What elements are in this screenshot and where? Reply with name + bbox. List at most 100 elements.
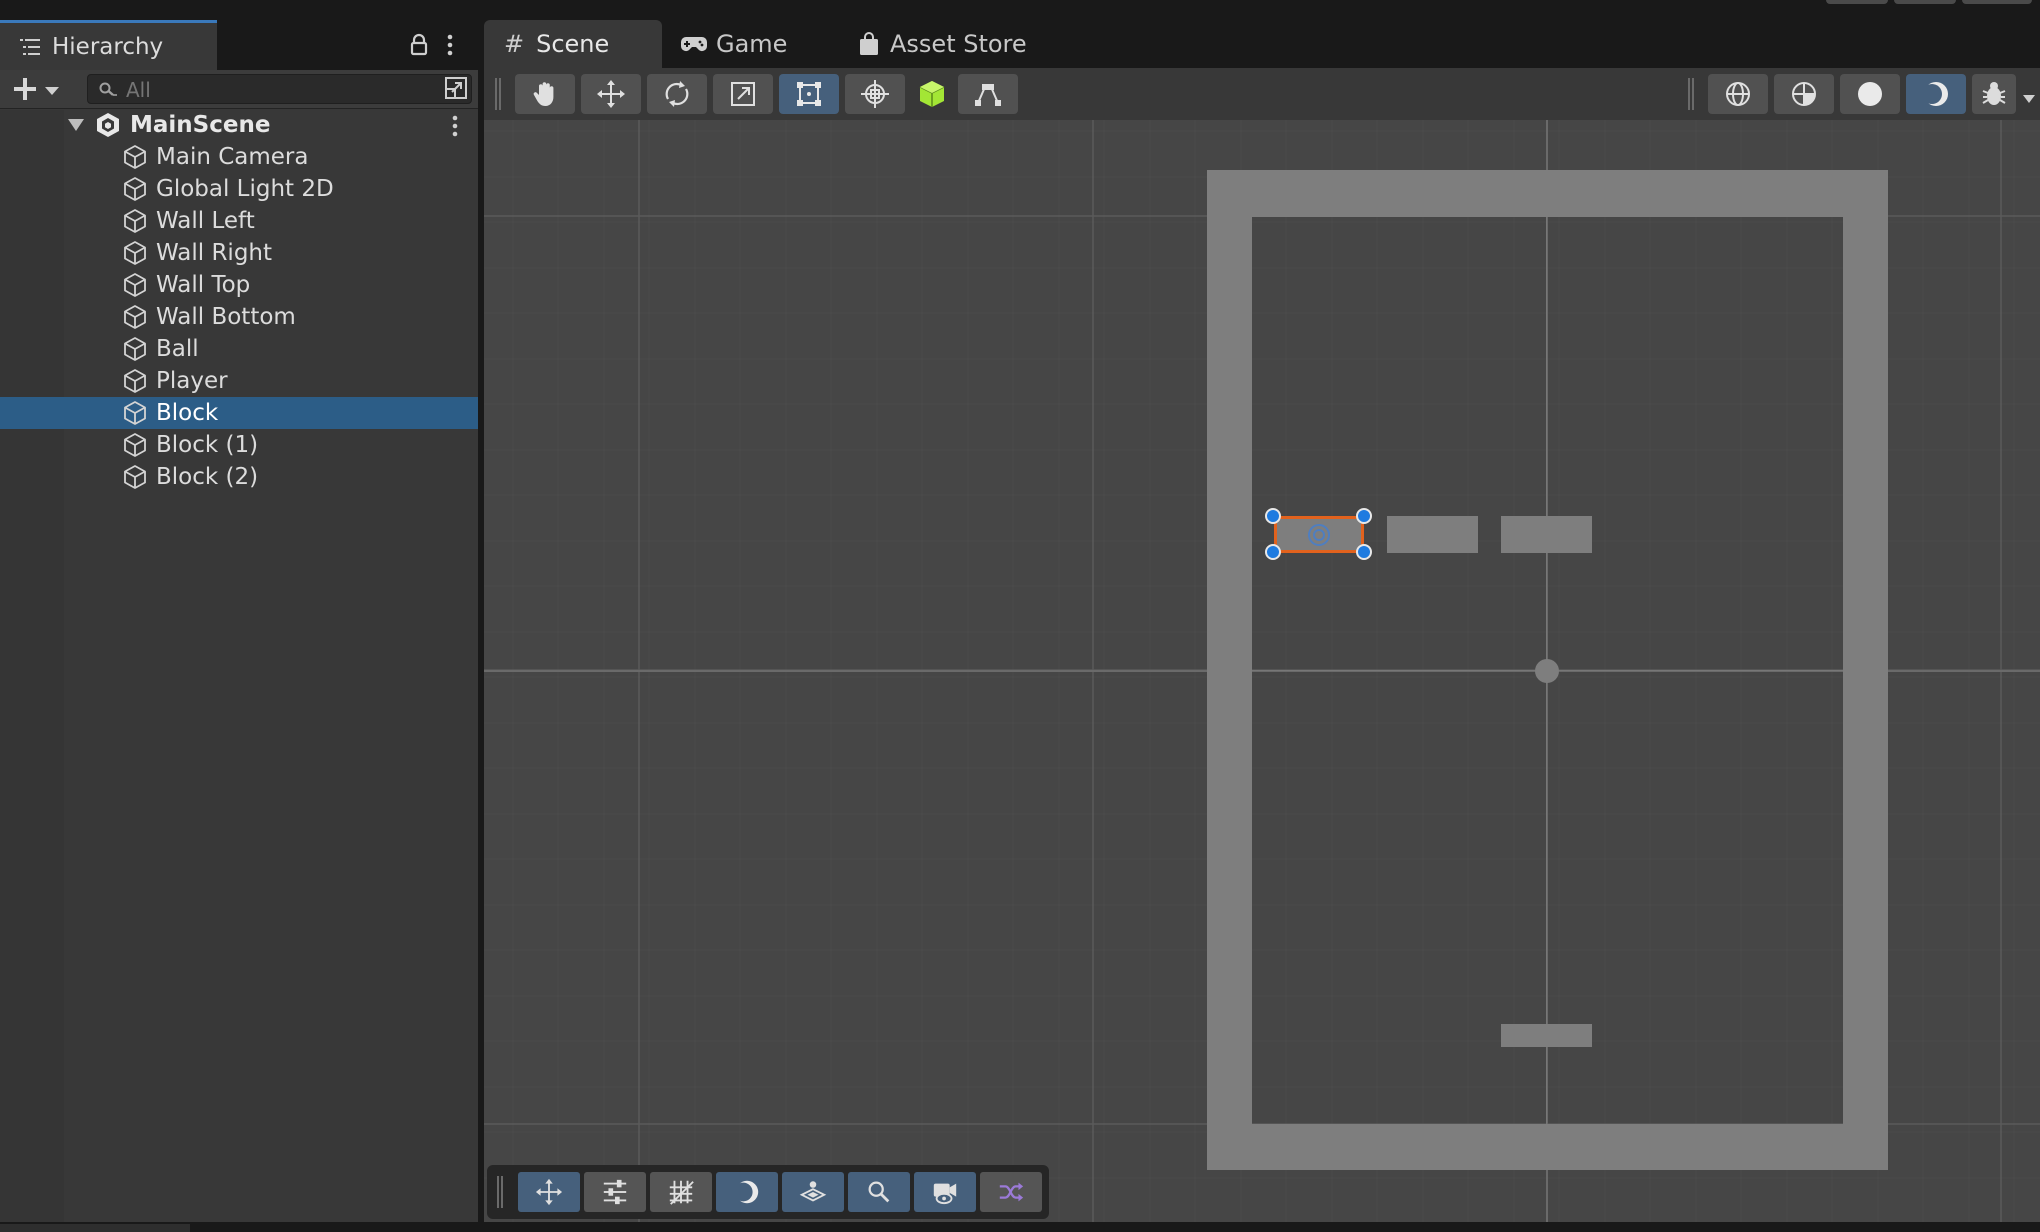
tab-scene[interactable]: # Scene: [484, 20, 662, 68]
block-sprite-selected[interactable]: [1274, 516, 1364, 553]
hierarchy-search-field[interactable]: [87, 74, 472, 104]
hand-tool-button[interactable]: [515, 74, 575, 114]
camera-eye-icon: [931, 1178, 959, 1206]
tab-asset-store-label: Asset Store: [890, 30, 1027, 58]
solid-circle-icon: [1855, 79, 1885, 109]
hierarchy-item-label: Player: [156, 368, 228, 394]
scale-tool-button[interactable]: [713, 74, 773, 114]
bug-icon: [1979, 79, 2009, 109]
hierarchy-item-label: Global Light 2D: [156, 176, 334, 202]
transform-icon: [860, 79, 890, 109]
tab-asset-store[interactable]: Asset Store: [858, 20, 1038, 68]
rect-tool-button[interactable]: [779, 74, 839, 114]
tab-scene-label: Scene: [536, 30, 610, 58]
gameobject-cube-icon: [121, 463, 149, 491]
overlay-shuffle-button[interactable]: [980, 1172, 1042, 1212]
rect-handle-bottom-right[interactable]: [1356, 544, 1372, 560]
block-1-sprite[interactable]: [1387, 516, 1478, 553]
rect-handle-bottom-left[interactable]: [1265, 544, 1281, 560]
hierarchy-item-block[interactable]: Block: [0, 397, 478, 429]
hierarchy-item-player[interactable]: Player: [0, 365, 478, 397]
debug-dropdown-chevron-icon[interactable]: [2022, 89, 2036, 108]
add-dropdown-chevron-icon[interactable]: [44, 82, 60, 101]
gameobject-cube-icon: [121, 303, 149, 331]
unity-scene-icon: [94, 111, 122, 143]
hierarchy-item-label: Wall Bottom: [156, 304, 296, 330]
gameobject-cube-icon: [121, 431, 149, 459]
hierarchy-item-block-2[interactable]: Block (2): [0, 461, 478, 493]
title-strip: [0, 0, 2040, 20]
rect-handle-top-left[interactable]: [1265, 508, 1281, 524]
move-tool-button[interactable]: [581, 74, 641, 114]
moon-circle-icon: [733, 1178, 761, 1206]
top-button-1[interactable]: [1826, 0, 1888, 4]
hierarchy-item-ball[interactable]: Ball: [0, 333, 478, 365]
hierarchy-item-label: Block (1): [156, 432, 259, 458]
bottom-status-tab[interactable]: [0, 1224, 190, 1232]
green-cube-icon[interactable]: [917, 79, 947, 113]
overlay-tool-settings-button[interactable]: [584, 1172, 646, 1212]
hierarchy-item-global-light-2d[interactable]: Global Light 2D: [0, 173, 478, 205]
wall-bottom[interactable]: [1207, 1124, 1888, 1170]
hierarchy-item-block-1[interactable]: Block (1): [0, 429, 478, 461]
wall-left[interactable]: [1207, 217, 1252, 1124]
path-tool-button[interactable]: [958, 74, 1018, 114]
tab-hierarchy[interactable]: Hierarchy: [0, 20, 217, 70]
half-globe-icon: [1789, 79, 1819, 109]
scale-icon: [728, 79, 758, 109]
overlay-camera-visibility-button[interactable]: [914, 1172, 976, 1212]
hierarchy-item-wall-left[interactable]: Wall Left: [0, 205, 478, 237]
top-button-3[interactable]: [1962, 0, 2032, 4]
hierarchy-item-label: Block: [156, 400, 219, 426]
search-input[interactable]: [124, 77, 428, 103]
more-options-icon[interactable]: [446, 34, 454, 60]
tab-game[interactable]: Game: [680, 20, 800, 68]
overlay-move-button[interactable]: [518, 1172, 580, 1212]
lock-icon[interactable]: [409, 33, 429, 61]
gamepad-icon: [680, 34, 708, 54]
overlay-grid-snap-button[interactable]: [650, 1172, 712, 1212]
ball-sprite[interactable]: [1535, 659, 1559, 683]
scene-root-row[interactable]: MainScene: [0, 109, 478, 141]
block-2-sprite[interactable]: [1501, 516, 1592, 553]
tab-game-label: Game: [716, 30, 788, 58]
move-arrows-icon: [535, 1178, 563, 1206]
overlay-2d-button[interactable]: [716, 1172, 778, 1212]
hierarchy-item-wall-right[interactable]: Wall Right: [0, 237, 478, 269]
gameobject-cube-icon: [121, 175, 149, 203]
scene-name: MainScene: [130, 112, 271, 138]
hierarchy-item-main-camera[interactable]: Main Camera: [0, 141, 478, 173]
grid-hash-icon: #: [504, 30, 525, 58]
overlay-grip-icon[interactable]: [496, 1176, 504, 1212]
2d-mode-button[interactable]: [1906, 74, 1966, 114]
globe-icon: [1723, 79, 1753, 109]
hierarchy-item-wall-bottom[interactable]: Wall Bottom: [0, 301, 478, 333]
search-icon: [98, 81, 118, 103]
pivot-view-button[interactable]: [1774, 74, 1834, 114]
pivot-circle-icon[interactable]: [1307, 523, 1331, 551]
overlay-tile-palette-button[interactable]: [782, 1172, 844, 1212]
overlay-search-button[interactable]: [848, 1172, 910, 1212]
toolbar-grip-right-icon[interactable]: [1687, 78, 1695, 114]
add-icon[interactable]: [12, 76, 38, 106]
toolbar-grip-icon[interactable]: [494, 78, 502, 114]
path-editor-icon: [973, 79, 1003, 109]
hierarchy-item-label: Wall Right: [156, 240, 273, 266]
global-view-button[interactable]: [1708, 74, 1768, 114]
shaded-mode-button[interactable]: [1840, 74, 1900, 114]
transform-tool-button[interactable]: [845, 74, 905, 114]
scene-more-options-icon[interactable]: [451, 115, 459, 141]
debug-button[interactable]: [1972, 74, 2016, 114]
gameobject-cube-icon: [121, 271, 149, 299]
rotate-tool-button[interactable]: [647, 74, 707, 114]
top-button-2[interactable]: [1894, 0, 1956, 4]
expand-triangle-icon[interactable]: [66, 117, 86, 137]
hierarchy-item-wall-top[interactable]: Wall Top: [0, 269, 478, 301]
move-arrows-icon: [596, 79, 626, 109]
scene-view[interactable]: [484, 120, 2040, 1232]
open-window-icon[interactable]: [443, 75, 469, 105]
player-paddle-sprite[interactable]: [1501, 1024, 1592, 1047]
rect-handle-top-right[interactable]: [1356, 508, 1372, 524]
wall-top[interactable]: [1207, 170, 1888, 217]
wall-right[interactable]: [1843, 217, 1888, 1124]
